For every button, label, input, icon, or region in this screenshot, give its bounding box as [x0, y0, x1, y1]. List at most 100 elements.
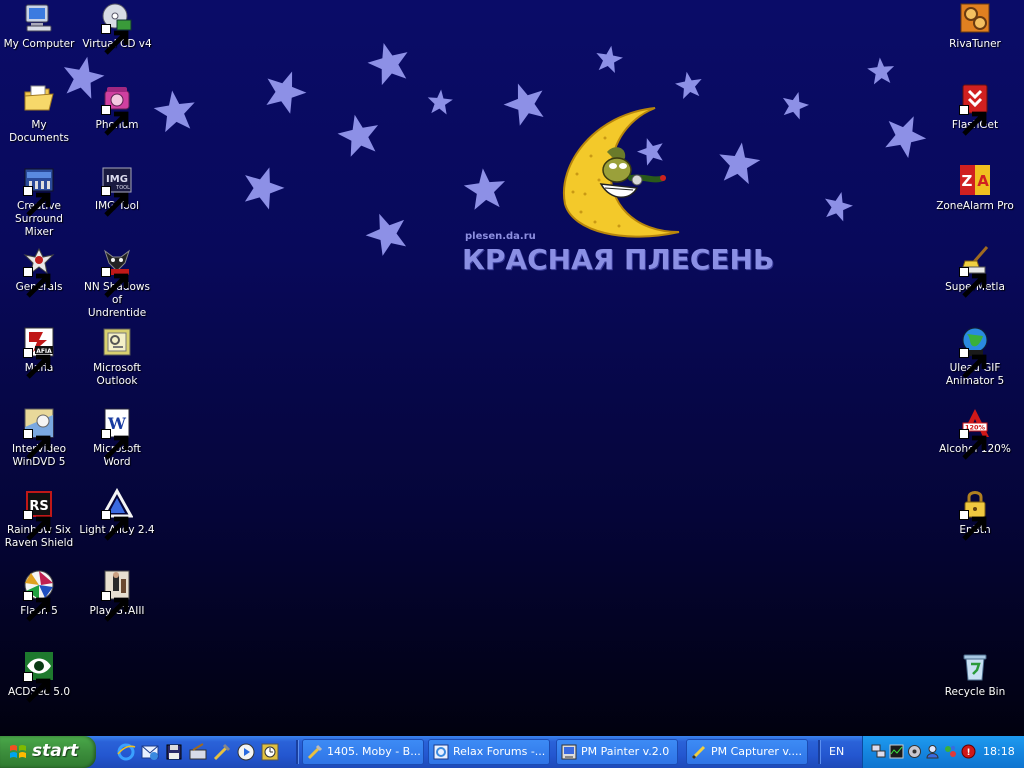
antivirus-icon[interactable]	[943, 744, 958, 759]
zonealarm-icon: ZA	[959, 164, 991, 196]
computer-icon	[23, 2, 55, 34]
shortcut-arrow-icon	[23, 591, 51, 622]
svg-text:!: !	[966, 748, 970, 758]
moon-character-logo	[555, 104, 685, 244]
clock-app-icon[interactable]	[260, 742, 280, 762]
desktop-icon-flashget[interactable]: FlashGet	[936, 83, 1014, 136]
task-button-label: Relax Forums -...	[453, 745, 546, 758]
language-indicator[interactable]: EN	[829, 745, 844, 758]
shortcut-arrow-icon	[101, 429, 129, 460]
img-tool-icon: IMG TOOL	[101, 164, 133, 217]
alert-red-icon[interactable]: !	[961, 744, 976, 759]
desktop-icon-img-tool[interactable]: IMG TOOL IMG Tool	[78, 164, 156, 217]
show-desktop-icon[interactable]	[188, 742, 208, 762]
desktop-icon-supermetla[interactable]: SuperMetla	[936, 245, 1014, 298]
desktop-icon-label: ZoneAlarm Pro	[936, 200, 1014, 212]
desktop-icon-my-documents[interactable]: My Documents	[0, 83, 78, 145]
desktop-icon-phonum[interactable]: Phonum	[78, 83, 156, 136]
desktop-icon-my-computer[interactable]: My Computer	[0, 2, 78, 51]
desktop-icon-label: Recycle Bin	[944, 686, 1006, 698]
desktop-icon-enbtn[interactable]: EnBtn	[936, 488, 1014, 541]
desktop-icon-rivatuner[interactable]: RivaTuner	[936, 2, 1014, 51]
rivatuner-gears-icon	[959, 2, 991, 34]
media-player-icon[interactable]	[236, 742, 256, 762]
desktop[interactable]: plesen.da.ru КРАСНАЯ ПЛЕСЕНЬ My Computer…	[0, 0, 1024, 736]
gta-icon	[101, 569, 133, 622]
desktop-icon-mafia[interactable]: AFIA Mafia	[0, 326, 78, 379]
desktop-icon-alcohol-120[interactable]: 120% Alcohol 120%	[936, 407, 1014, 460]
desktop-icon-acdsee[interactable]: ACDSee 5.0	[0, 650, 78, 703]
network-icon[interactable]	[871, 744, 886, 759]
wallpaper-star	[240, 164, 286, 210]
task-button-label: 1405. Moby - B...	[327, 745, 421, 758]
phone-icon	[101, 83, 133, 136]
desktop-icon-rainbow-six[interactable]: RS Rainbow Six Raven Shield	[0, 488, 78, 550]
desktop-icon-recycle-bin[interactable]: Recycle Bin	[936, 650, 1014, 699]
taskbar-separator	[818, 740, 821, 764]
save-icon[interactable]	[164, 742, 184, 762]
taskbar-separator	[296, 740, 299, 764]
shortcut-arrow-icon	[101, 591, 129, 622]
ie-icon[interactable]	[116, 742, 136, 762]
padlock-icon	[959, 488, 991, 541]
acdsee-eye-icon	[23, 650, 55, 703]
speaker-volume-icon[interactable]	[907, 744, 922, 759]
wallpaper-star	[426, 88, 454, 116]
word-icon: W	[101, 407, 133, 460]
shortcut-arrow-icon	[101, 24, 129, 55]
tools-icon[interactable]	[212, 742, 232, 762]
task-button-moby[interactable]: 1405. Moby - B...	[302, 739, 424, 765]
desktop-icon-windvd[interactable]: InterVideo WinDVD 5	[0, 407, 78, 469]
capturer-pen-icon	[691, 744, 707, 760]
wallpaper-star	[882, 112, 928, 158]
desktop-icon-gta3[interactable]: Play GTAIII	[78, 569, 156, 622]
shortcut-arrow-icon	[959, 510, 987, 541]
outlook-express-icon[interactable]	[140, 742, 160, 762]
desktop-icon-word[interactable]: W Microsoft Word	[78, 407, 156, 469]
desktop-icon-creative-surround-mixer[interactable]: Creative Surround Mixer	[0, 164, 78, 239]
broom-icon	[959, 245, 991, 298]
svg-text:A: A	[977, 172, 989, 190]
wallpaper-star	[502, 80, 548, 126]
desktop-icon-ulead-gif-animator[interactable]: Ulead GIF Animator 5	[936, 326, 1014, 388]
wallpaper-star	[594, 44, 624, 74]
wallpaper-star	[780, 90, 810, 120]
shortcut-arrow-icon	[23, 186, 51, 217]
shortcut-arrow-icon	[23, 429, 51, 460]
desktop-icon-virtual-cd[interactable]: Virtual CD v4	[78, 2, 156, 55]
desktop-icon-label: Microsoft Outlook	[93, 362, 141, 387]
taskbar-clock[interactable]: 18:18	[983, 745, 1015, 758]
task-button-label: PM Painter v.2.0	[581, 745, 670, 758]
task-manager-icon[interactable]	[889, 744, 904, 759]
task-button-pm-capturer[interactable]: PM Capturer v....	[686, 739, 808, 765]
desktop-icon-generals[interactable]: Generals	[0, 245, 78, 298]
wallpaper-star	[336, 112, 382, 158]
shortcut-arrow-icon	[23, 510, 51, 541]
wallpaper-star	[822, 190, 854, 222]
shortcut-arrow-icon	[23, 672, 51, 703]
start-button[interactable]: start	[0, 736, 96, 768]
documents-folder-icon	[23, 83, 55, 115]
desktop-icon-zonealarm[interactable]: ZA ZoneAlarm Pro	[936, 164, 1014, 213]
desktop-icon-nn-shadows[interactable]: NN Shadows of Undrentide	[78, 245, 156, 320]
light-alloy-icon	[101, 488, 133, 541]
desktop-icon-flash-5[interactable]: Flash 5	[0, 569, 78, 622]
svg-text:Z: Z	[962, 172, 973, 190]
messenger-icon[interactable]	[925, 744, 940, 759]
shortcut-arrow-icon	[23, 267, 51, 298]
desktop-icon-light-alloy[interactable]: Light Alloy 2.4	[78, 488, 156, 541]
flash-icon	[23, 569, 55, 622]
dvd-player-icon	[23, 407, 55, 460]
nwn-demon-icon	[101, 245, 133, 298]
alcohol-icon: 120%	[959, 407, 991, 460]
painter-icon	[561, 744, 577, 760]
outlook-icon	[101, 326, 133, 358]
desktop-icon-label: RivaTuner	[949, 38, 1001, 50]
task-button-relax-forums[interactable]: Relax Forums -...	[428, 739, 550, 765]
desktop-icon-outlook[interactable]: Microsoft Outlook	[78, 326, 156, 388]
desktop-icon-label: My Documents	[9, 119, 69, 144]
wallpaper-star	[262, 68, 308, 114]
desktop-icon-label: My Computer	[3, 38, 75, 50]
task-button-label: PM Capturer v....	[711, 745, 803, 758]
task-button-pm-painter[interactable]: PM Painter v.2.0	[556, 739, 678, 765]
